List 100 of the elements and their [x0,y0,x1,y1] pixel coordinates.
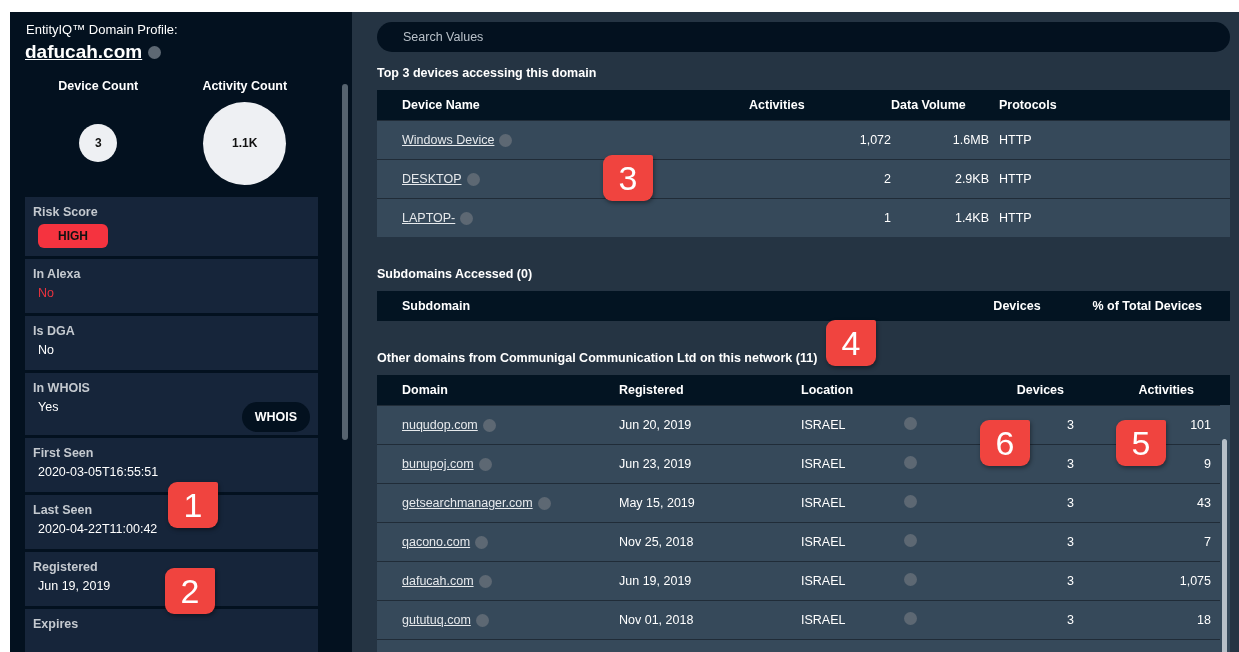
column-header: Domain [401,383,449,397]
table-cell-text: 1,072 [858,133,891,147]
column-header: % of Total Devices [1091,299,1202,313]
table-cell-text: 101 [1189,418,1211,432]
table-cell-text: 2.9KB [953,172,989,186]
table-cell-text: 43 [1196,496,1211,510]
device-link[interactable]: LAPTOP- [402,211,456,225]
table-cell-text: ISRAEL [801,457,847,471]
field-label: Is DGA [33,324,75,338]
table-cell-text: HTTP [999,211,1033,225]
column-header: Activities [1137,383,1195,397]
column-header: Devices [992,299,1042,313]
table-cell-text: May 15, 2019 [619,496,696,510]
column-header: Device Name [401,98,481,112]
callout-marker: 5 [1116,420,1166,466]
table-cell-text: 3 [1066,613,1074,627]
column-header: Data Volume [891,98,967,112]
status-dot-icon [478,574,492,588]
search-field[interactable]: Search Values [377,22,1230,52]
field-value: No [38,286,54,300]
field-value: 2020-03-05T16:55:51 [38,465,159,479]
table-cell-text: ISRAEL [801,496,847,510]
table-cell-text: ISRAEL [801,535,847,549]
column-header: Protocols [999,98,1058,112]
table-cell-text: ISRAEL [801,418,847,432]
field-value: Jun 19, 2019 [38,579,111,593]
table-cell-text: 1.6MB [951,133,989,147]
risk-badge: HIGH [38,224,108,248]
device-link[interactable]: DESKTOP [402,172,462,186]
table-cell-text: 2 [883,172,891,186]
field-label: First Seen [33,446,94,460]
scrollbar[interactable] [1222,439,1227,652]
table-cell-text: Jun 23, 2019 [619,457,693,471]
table-cell-text: 3 [1066,535,1074,549]
callout-marker: 3 [603,155,653,201]
status-dot-icon [475,535,489,549]
field-value: Yes [38,400,59,414]
table-cell-text: Nov 25, 2018 [619,535,695,549]
profile-caption: EntityIQ™ Domain Profile: [26,22,179,37]
table-cell-text: Nov 01, 2018 [619,613,695,627]
table-cell-text: 1 [883,211,891,225]
domain-link[interactable]: gututuq.com [402,613,471,627]
status-dot-icon [904,495,917,508]
field-label: Registered [33,560,98,574]
table-cell-text: 9 [1203,457,1211,471]
domain-link[interactable]: getsearchmanager.com [402,496,533,510]
status-dot-icon [537,496,551,510]
field-label: In WHOIS [33,381,90,395]
callout-marker: 6 [980,420,1030,466]
table-cell-text: 18 [1196,613,1211,627]
table-cell-text: 3 [1066,496,1074,510]
status-dot-icon [904,612,917,625]
table-cell-text: 3 [1066,457,1074,471]
field-label: Risk Score [33,205,98,219]
status-dot-icon [499,133,513,147]
device-link[interactable]: Windows Device [402,133,495,147]
status-dot-icon [478,457,492,471]
section-title: Top 3 devices accessing this domain [377,66,598,80]
field-label: Expires [33,617,79,631]
table-cell-text: 3 [1066,574,1074,588]
table-cell-text: Jun 20, 2019 [619,418,693,432]
table-cell-text: ISRAEL [801,574,847,588]
callout-marker: 2 [165,568,215,614]
domain-link[interactable]: dafucah.com [25,41,143,63]
column-header: Registered [619,383,685,397]
whois-button[interactable]: WHOIS [241,402,310,432]
scrollbar[interactable] [342,84,348,440]
count-label: Device Count [58,79,139,93]
column-header: Location [801,383,855,397]
status-dot-icon [148,45,162,59]
domain-link[interactable]: qacono.com [402,535,471,549]
table-cell-text: ISRAEL [801,613,847,627]
table-cell-text: 1.4KB [953,211,989,225]
callout-marker: 4 [826,320,876,366]
column-header: Devices [1015,383,1065,397]
status-dot-icon [460,211,474,225]
domain-link[interactable]: bunupoj.com [402,457,474,471]
column-header: Activities [749,98,806,112]
domain-link[interactable]: dafucah.com [402,574,474,588]
status-dot-icon [904,417,917,430]
field-label: In Alexa [33,267,81,281]
section-title: Subdomains Accessed (0) [377,267,534,281]
section-title: Other domains from Communigal Communication Ltd on this network (11) [377,351,819,365]
status-dot-icon [904,573,917,586]
status-dot-icon [904,456,917,469]
field-label: Last Seen [33,503,93,517]
status-dot-icon [904,534,917,547]
field-value: 2020-04-22T11:00:42 [38,522,158,536]
field-value: No [38,343,54,357]
callout-marker: 1 [168,482,218,528]
column-header: Subdomain [401,299,472,313]
count-label: Activity Count [202,79,288,93]
domain-link[interactable]: nuqudop.com [402,418,478,432]
status-dot-icon [482,418,496,432]
table-cell-text: 7 [1203,535,1211,549]
count-bubble: 3 [79,124,118,162]
table-cell-text: HTTP [999,172,1033,186]
table-cell-text: Jun 19, 2019 [619,574,693,588]
status-dot-icon [475,613,489,627]
table-cell-text: 1,075 [1178,574,1211,588]
